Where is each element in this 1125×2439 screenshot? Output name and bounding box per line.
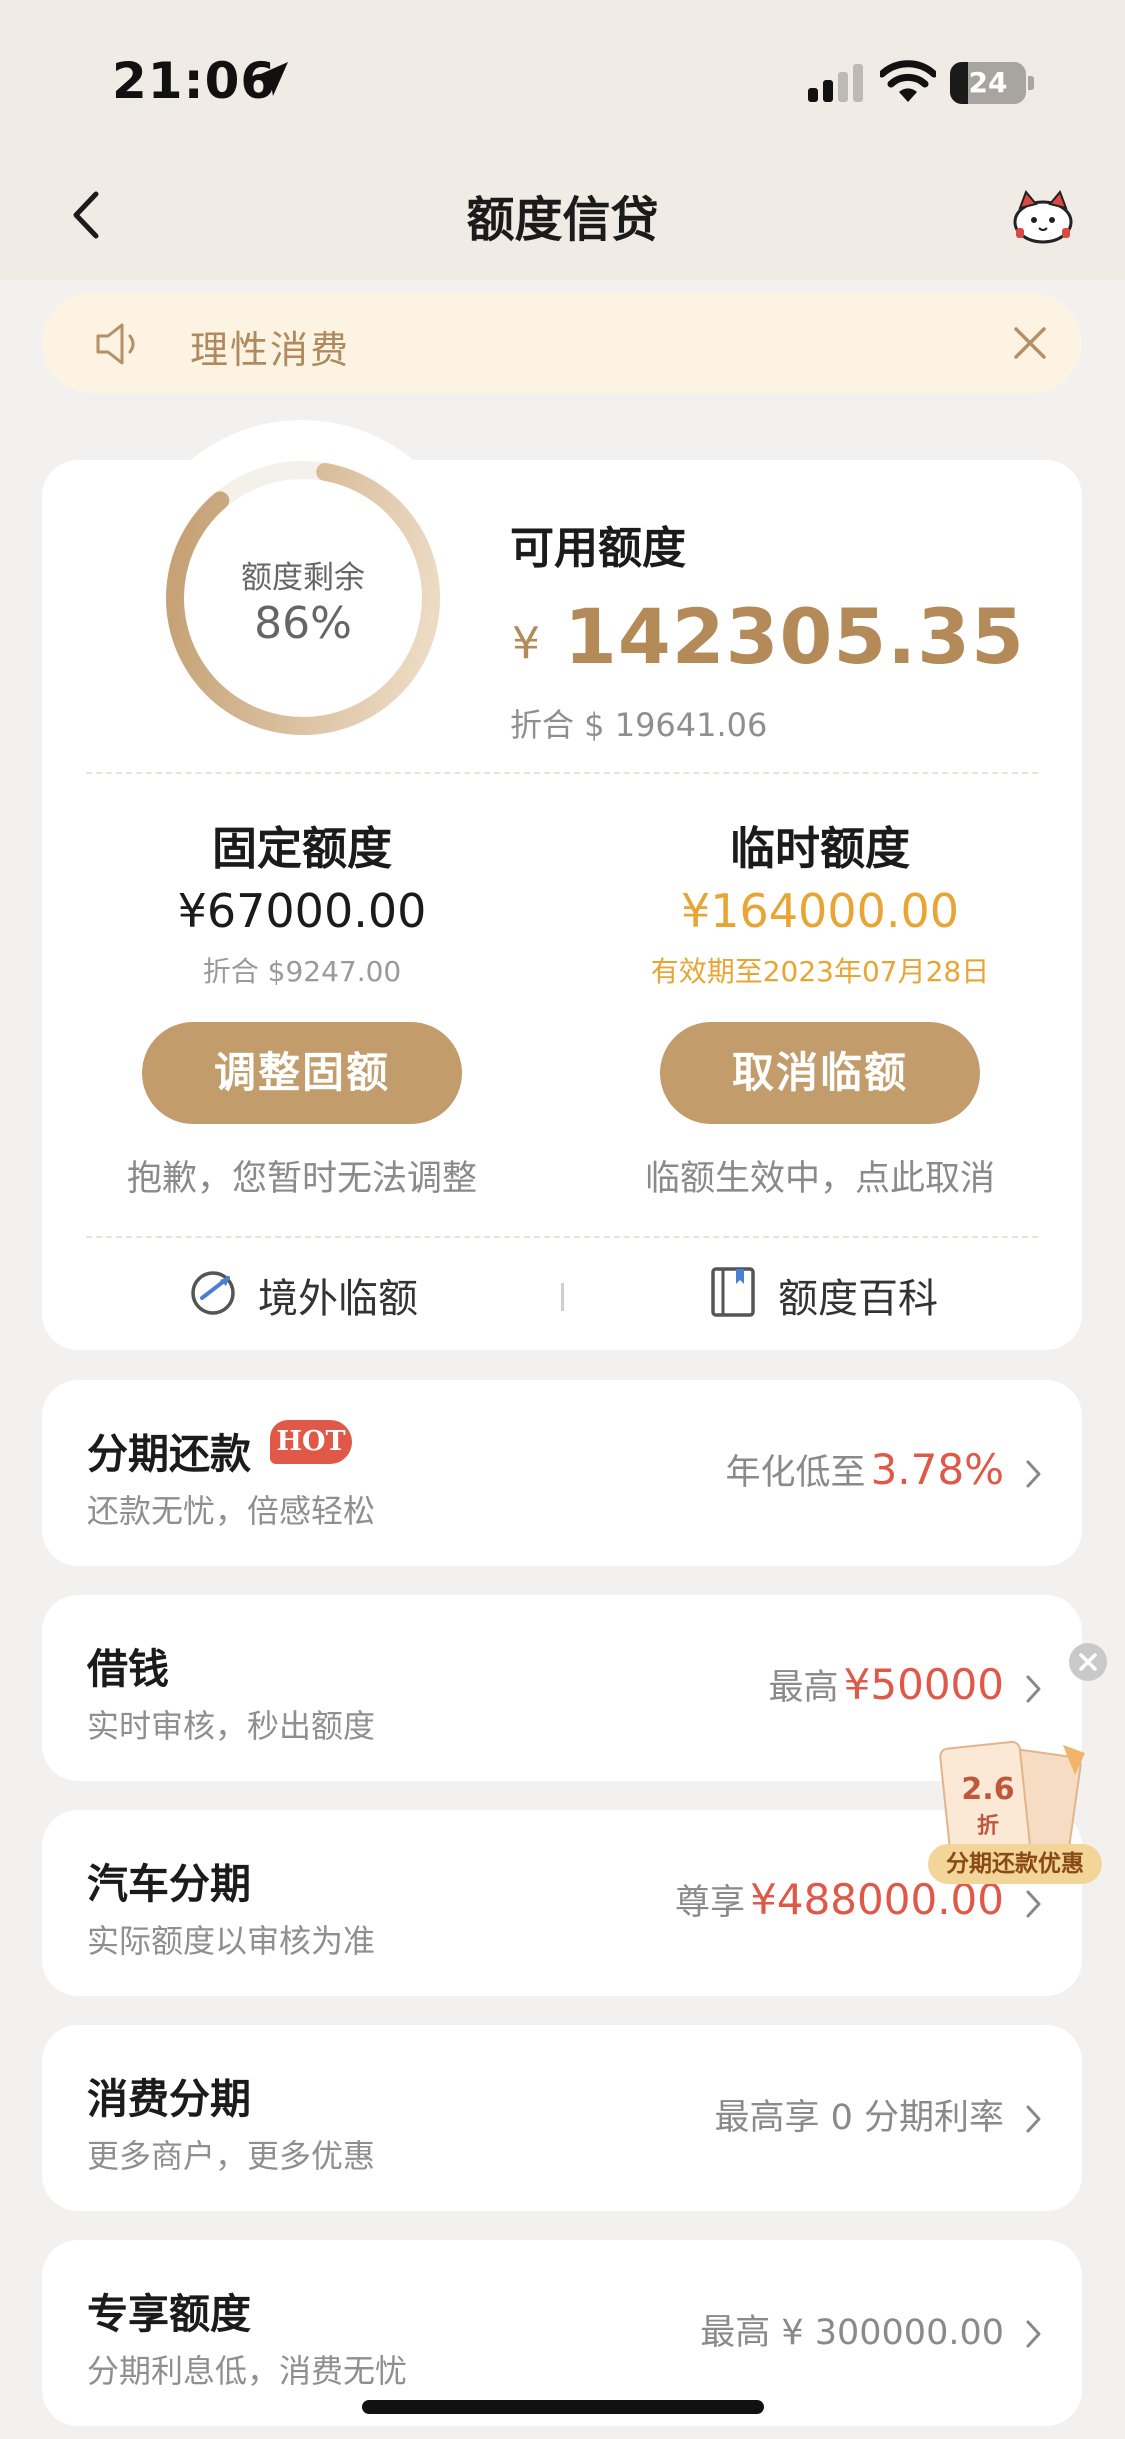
page-title: 额度信贷 <box>466 192 659 248</box>
row-text: 最高 ¥ 300000.00 <box>700 2313 1004 2353</box>
temporary-quota-amount: ¥164000.00 <box>680 884 960 938</box>
home-indicator <box>362 2400 764 2414</box>
promo-label[interactable]: 分期还款优惠 <box>928 1844 1102 1884</box>
list-row-installment-repayment[interactable]: 分期还款 HOT 还款无忧，倍感轻松 年化低至 3.78% <box>42 1380 1082 1566</box>
status-bar: 21:06 24 <box>0 0 1125 150</box>
available-amount: 142305.35 <box>564 592 1025 681</box>
overseas-link-label: 境外临额 <box>258 1276 418 1322</box>
row-value: 3.78% <box>870 1445 1004 1494</box>
chevron-right-icon <box>1026 1890 1041 1918</box>
battery-percentage: 24 <box>968 66 1008 99</box>
available-quota-title: 可用额度 <box>510 523 686 574</box>
row-value: ¥50000 <box>843 1660 1004 1709</box>
promo-discount-unit: 折 <box>976 1814 999 1839</box>
chevron-right-icon <box>1026 1675 1041 1703</box>
mascot-service-icon[interactable] <box>1010 184 1076 246</box>
row-subtitle: 实际额度以审核为准 <box>87 1922 376 1960</box>
adjust-fixed-note: 抱歉，您暂时无法调整 <box>126 1159 477 1199</box>
row-subtitle: 实时审核，秒出额度 <box>87 1707 376 1745</box>
location-arrow-icon <box>254 62 288 96</box>
fixed-quota-usd: 折合 $9247.00 <box>202 955 402 988</box>
cancel-temporary-button[interactable]: 取消临额 <box>660 1022 980 1124</box>
row-subtitle: 还款无忧，倍感轻松 <box>87 1492 376 1530</box>
cellular-signal-icon <box>808 64 863 102</box>
list-row-consumer-installment[interactable]: 消费分期 更多商户，更多优惠 最高享 0 分期利率 <box>42 2025 1082 2211</box>
adjust-fixed-button[interactable]: 调整固额 <box>142 1022 462 1124</box>
book-icon <box>711 1267 755 1317</box>
speaker-icon <box>96 323 135 365</box>
fixed-quota-title: 固定额度 <box>211 822 392 875</box>
nav-header: 额度信贷 <box>0 150 1125 280</box>
chevron-right-icon <box>1026 2320 1041 2348</box>
divider <box>86 772 1038 774</box>
chevron-right-icon <box>1026 1460 1041 1488</box>
row-text: 最高享 0 分期利率 <box>714 2098 1004 2138</box>
row-right-info: 最高 ¥ 300000.00 <box>700 2304 1004 2355</box>
chevron-right-icon <box>1026 2105 1041 2133</box>
wifi-icon <box>880 60 936 102</box>
row-prefix: 尊享 <box>675 1883 746 1923</box>
row-prefix: 年化低至 <box>725 1453 866 1493</box>
row-title: 分期还款 <box>87 1430 251 1478</box>
row-subtitle: 更多商户，更多优惠 <box>87 2137 376 2175</box>
battery-icon: 24 <box>950 62 1034 104</box>
cancel-temporary-note[interactable]: 临额生效中，点此取消 <box>590 1150 1050 1201</box>
row-title: 借钱 <box>87 1645 169 1693</box>
temporary-quota-title: 临时额度 <box>729 822 910 875</box>
available-usd: 折合 $ 19641.06 <box>510 706 768 744</box>
row-title: 专享额度 <box>87 2290 251 2338</box>
promo-close-icon[interactable] <box>1068 1642 1108 1682</box>
row-title: 消费分期 <box>87 2075 251 2123</box>
available-currency: ¥ <box>512 618 540 669</box>
ring-label: 额度剩余 <box>241 560 365 596</box>
row-title: 汽车分期 <box>87 1860 251 1908</box>
airplane-globe-icon <box>191 1271 235 1315</box>
list-row-exclusive-quota[interactable]: 专享额度 分期利息低，消费无忧 最高 ¥ 300000.00 <box>42 2240 1082 2426</box>
row-right-info: 最高 ¥50000 <box>769 1659 1004 1710</box>
divider <box>86 1236 1038 1238</box>
fixed-quota-section: 固定额度 ¥67000.00 折合 $9247.00 <box>87 812 517 994</box>
fixed-quota-amount: ¥67000.00 <box>177 884 427 938</box>
row-subtitle: 分期利息低，消费无忧 <box>87 2352 408 2390</box>
close-icon[interactable] <box>1010 323 1050 363</box>
ring-value: 86% <box>254 598 352 649</box>
promo-discount: 2.6 <box>961 1772 1015 1807</box>
row-right-info: 年化低至 3.78% <box>725 1444 1004 1495</box>
row-right-info: 最高享 0 分期利率 <box>714 2089 1004 2140</box>
row-prefix: 最高 <box>768 1668 839 1708</box>
link-separator <box>561 1283 564 1311</box>
encyclopedia-link-label: 额度百科 <box>778 1276 938 1322</box>
temporary-quota-section: 临时额度 ¥164000.00 有效期至2023年07月28日 <box>605 812 1035 994</box>
notice-text: 理性消费 <box>190 328 351 372</box>
temporary-quota-validity: 有效期至2023年07月28日 <box>650 955 990 988</box>
notice-bar[interactable]: 理性消费 <box>42 293 1082 393</box>
hot-badge: HOT <box>270 1420 352 1464</box>
